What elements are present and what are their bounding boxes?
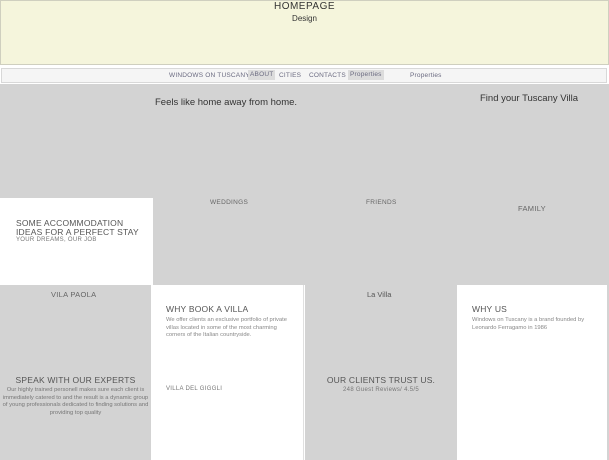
main-nav: WINDOWS ON TUSCANY ABOUT CITIES CONTACTS…	[1, 68, 607, 83]
tile-weddings[interactable]: WEDDINGS	[210, 199, 248, 206]
page-title: HOMEPAGE	[273, 1, 336, 12]
tile-family[interactable]: FAMILY	[518, 204, 546, 213]
vila-paola-label: VILA PAOLA	[51, 290, 97, 299]
experts-body: Our highly trained personell makes sure …	[2, 387, 149, 416]
why-book-card: WHY BOOK A VILLA We offer clients an exc…	[151, 285, 304, 460]
why-us-card: WHY US Windows on Tuscany is a brand fou…	[457, 285, 607, 460]
nav-item-properties-secondary[interactable]: Properties	[410, 72, 442, 80]
why-us-title: WHY US	[472, 304, 508, 314]
trust-title: OUR CLIENTS TRUST US.	[326, 375, 436, 385]
la-villa-tile[interactable]: La Villa OUR CLIENTS TRUST US. 248 Guest…	[305, 285, 457, 460]
vila-paola-tile[interactable]: VILA PAOLA SPEAK WITH OUR EXPERTS Our hi…	[0, 285, 151, 460]
trust-reviews: 248 Guest Reviews/ 4.5/5	[343, 387, 419, 393]
why-book-body: We offer clients an exclusive portfolio …	[166, 317, 287, 339]
nav-item-cities[interactable]: CITIES	[279, 72, 301, 80]
find-villa-link[interactable]: Find your Tuscany Villa	[480, 93, 578, 104]
nav-item-windows-on-tuscany[interactable]: WINDOWS ON TUSCANY	[169, 72, 250, 80]
why-us-body: Windows on Tuscany is a brand founded by…	[472, 317, 585, 331]
la-villa-label: La Villa	[367, 290, 392, 299]
hero-tagline: Feels like home away from home.	[155, 97, 298, 108]
accommodation-subtitle: YOUR DREAMS, OUR JOB	[16, 237, 97, 243]
nav-item-properties[interactable]: Properties	[348, 70, 384, 80]
why-book-title: WHY BOOK A VILLA	[166, 304, 249, 314]
tile-friends[interactable]: FRIENDS	[366, 199, 397, 206]
nav-item-about[interactable]: ABOUT	[248, 70, 276, 80]
nav-item-contacts[interactable]: CONTACTS	[309, 72, 346, 80]
villa-del-gigli-link[interactable]: VILLA DEL GIGGLI	[166, 386, 222, 393]
accommodation-card: SOME ACCOMMODATION IDEAS FOR A PERFECT S…	[0, 198, 153, 285]
page-subtitle: Design	[292, 14, 317, 23]
accommodation-title: SOME ACCOMMODATION IDEAS FOR A PERFECT S…	[16, 218, 139, 237]
experts-title: SPEAK WITH OUR EXPERTS	[15, 375, 136, 385]
